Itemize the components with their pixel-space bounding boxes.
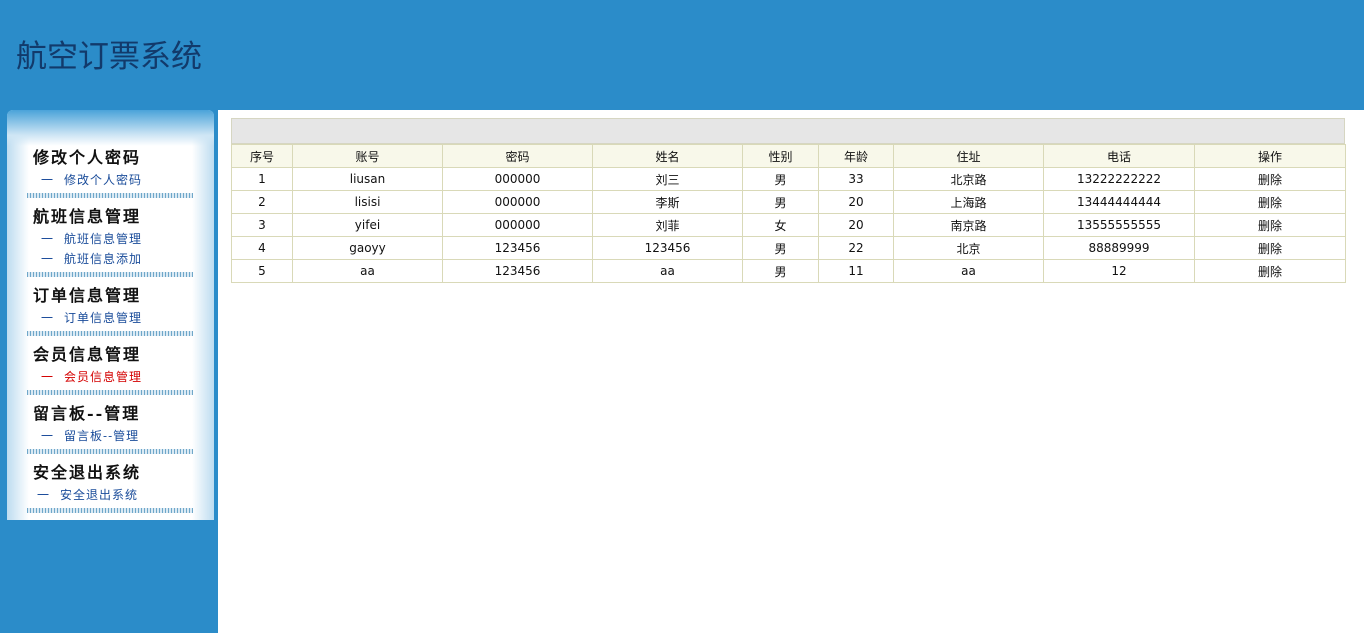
cell-name: 李斯 xyxy=(592,190,743,214)
cell-phone: 13222222222 xyxy=(1043,167,1195,191)
divider xyxy=(27,449,193,454)
col-header-address: 住址 xyxy=(893,144,1044,168)
cell-gender: 男 xyxy=(742,259,819,283)
cell-account: yifei xyxy=(292,213,443,237)
cell-name: 123456 xyxy=(592,236,743,260)
cell-age: 33 xyxy=(818,167,894,191)
cell-phone: 12 xyxy=(1043,259,1195,283)
group-title-orders: 订单信息管理 xyxy=(33,286,142,305)
delete-link[interactable]: 删除 xyxy=(1194,259,1346,283)
group-title-messages: 留言板--管理 xyxy=(33,404,141,423)
cell-gender: 男 xyxy=(742,167,819,191)
cell-password: 000000 xyxy=(442,213,593,237)
cell-phone: 88889999 xyxy=(1043,236,1195,260)
cell-address: 北京 xyxy=(893,236,1044,260)
cell-password: 123456 xyxy=(442,259,593,283)
cell-account: aa xyxy=(292,259,443,283)
table-row: 3 yifei 000000 刘菲 女 20 南京路 13555555555 删… xyxy=(231,213,1346,237)
divider xyxy=(27,272,193,277)
main-content: 序号 账号 密码 姓名 性别 年龄 住址 电话 操作 1 liusan 0000… xyxy=(218,110,1364,633)
group-title-password: 修改个人密码 xyxy=(33,148,142,167)
member-table-container: 序号 账号 密码 姓名 性别 年龄 住址 电话 操作 1 liusan 0000… xyxy=(231,118,1346,283)
table-header-row: 序号 账号 密码 姓名 性别 年龄 住址 电话 操作 xyxy=(231,144,1346,168)
cell-name: aa xyxy=(592,259,743,283)
menu-group-logout: 安全退出系统 一安全退出系统 xyxy=(27,461,193,513)
cell-age: 11 xyxy=(818,259,894,283)
cell-phone: 13555555555 xyxy=(1043,213,1195,237)
col-header-password: 密码 xyxy=(442,144,593,168)
table-row: 1 liusan 000000 刘三 男 33 北京路 13222222222 … xyxy=(231,167,1346,191)
cell-age: 22 xyxy=(818,236,894,260)
group-title-members: 会员信息管理 xyxy=(33,345,142,364)
delete-link[interactable]: 删除 xyxy=(1194,236,1346,260)
cell-account: lisisi xyxy=(292,190,443,214)
cell-account: liusan xyxy=(292,167,443,191)
col-header-action: 操作 xyxy=(1194,144,1346,168)
member-table: 序号 账号 密码 姓名 性别 年龄 住址 电话 操作 1 liusan 0000… xyxy=(231,144,1346,283)
cell-password: 123456 xyxy=(442,236,593,260)
delete-link[interactable]: 删除 xyxy=(1194,167,1346,191)
header: 航空订票系统 xyxy=(0,0,1364,110)
cell-password: 000000 xyxy=(442,167,593,191)
col-header-account: 账号 xyxy=(292,144,443,168)
link-order-manage[interactable]: 一订单信息管理 xyxy=(27,308,193,328)
cell-index: 5 xyxy=(231,259,293,283)
cell-address: 南京路 xyxy=(893,213,1044,237)
divider xyxy=(27,508,193,513)
table-row: 5 aa 123456 aa 男 11 aa 12 删除 xyxy=(231,259,1346,283)
table-row: 2 lisisi 000000 李斯 男 20 上海路 13444444444 … xyxy=(231,190,1346,214)
link-member-manage[interactable]: 一会员信息管理 xyxy=(27,367,193,387)
delete-link[interactable]: 删除 xyxy=(1194,190,1346,214)
link-flight-add[interactable]: 一航班信息添加 xyxy=(27,249,193,269)
menu-group-messages: 留言板--管理 一留言板--管理 xyxy=(27,402,193,454)
group-title-logout: 安全退出系统 xyxy=(33,463,142,482)
delete-link[interactable]: 删除 xyxy=(1194,213,1346,237)
cell-gender: 女 xyxy=(742,213,819,237)
cell-password: 000000 xyxy=(442,190,593,214)
sidebar: 修改个人密码 一修改个人密码 航班信息管理 一航班信息管理 一航班信息添加 订单… xyxy=(7,110,214,520)
cell-account: gaoyy xyxy=(292,236,443,260)
cell-age: 20 xyxy=(818,213,894,237)
link-change-password[interactable]: 一修改个人密码 xyxy=(27,170,193,190)
app-title: 航空订票系统 xyxy=(16,39,202,75)
menu-group-members: 会员信息管理 一会员信息管理 xyxy=(27,343,193,395)
table-row: 4 gaoyy 123456 123456 男 22 北京 88889999 删… xyxy=(231,236,1346,260)
link-message-board[interactable]: 一留言板--管理 xyxy=(27,426,193,446)
menu-group-flights: 航班信息管理 一航班信息管理 一航班信息添加 xyxy=(27,205,193,277)
menu-group-orders: 订单信息管理 一订单信息管理 xyxy=(27,284,193,336)
cell-address: aa xyxy=(893,259,1044,283)
divider xyxy=(27,331,193,336)
menu-group-password: 修改个人密码 一修改个人密码 xyxy=(27,146,193,198)
cell-gender: 男 xyxy=(742,236,819,260)
cell-address: 北京路 xyxy=(893,167,1044,191)
cell-index: 3 xyxy=(231,213,293,237)
cell-phone: 13444444444 xyxy=(1043,190,1195,214)
cell-name: 刘菲 xyxy=(592,213,743,237)
link-flight-manage[interactable]: 一航班信息管理 xyxy=(27,229,193,249)
cell-index: 2 xyxy=(231,190,293,214)
col-header-gender: 性别 xyxy=(742,144,819,168)
cell-index: 1 xyxy=(231,167,293,191)
col-header-index: 序号 xyxy=(231,144,293,168)
group-title-flights: 航班信息管理 xyxy=(33,207,142,226)
table-caption-bar xyxy=(231,118,1345,144)
cell-address: 上海路 xyxy=(893,190,1044,214)
col-header-name: 姓名 xyxy=(592,144,743,168)
cell-name: 刘三 xyxy=(592,167,743,191)
divider xyxy=(27,390,193,395)
divider xyxy=(27,193,193,198)
cell-gender: 男 xyxy=(742,190,819,214)
cell-age: 20 xyxy=(818,190,894,214)
col-header-age: 年龄 xyxy=(818,144,894,168)
cell-index: 4 xyxy=(231,236,293,260)
link-logout[interactable]: 一安全退出系统 xyxy=(27,485,193,505)
col-header-phone: 电话 xyxy=(1043,144,1195,168)
